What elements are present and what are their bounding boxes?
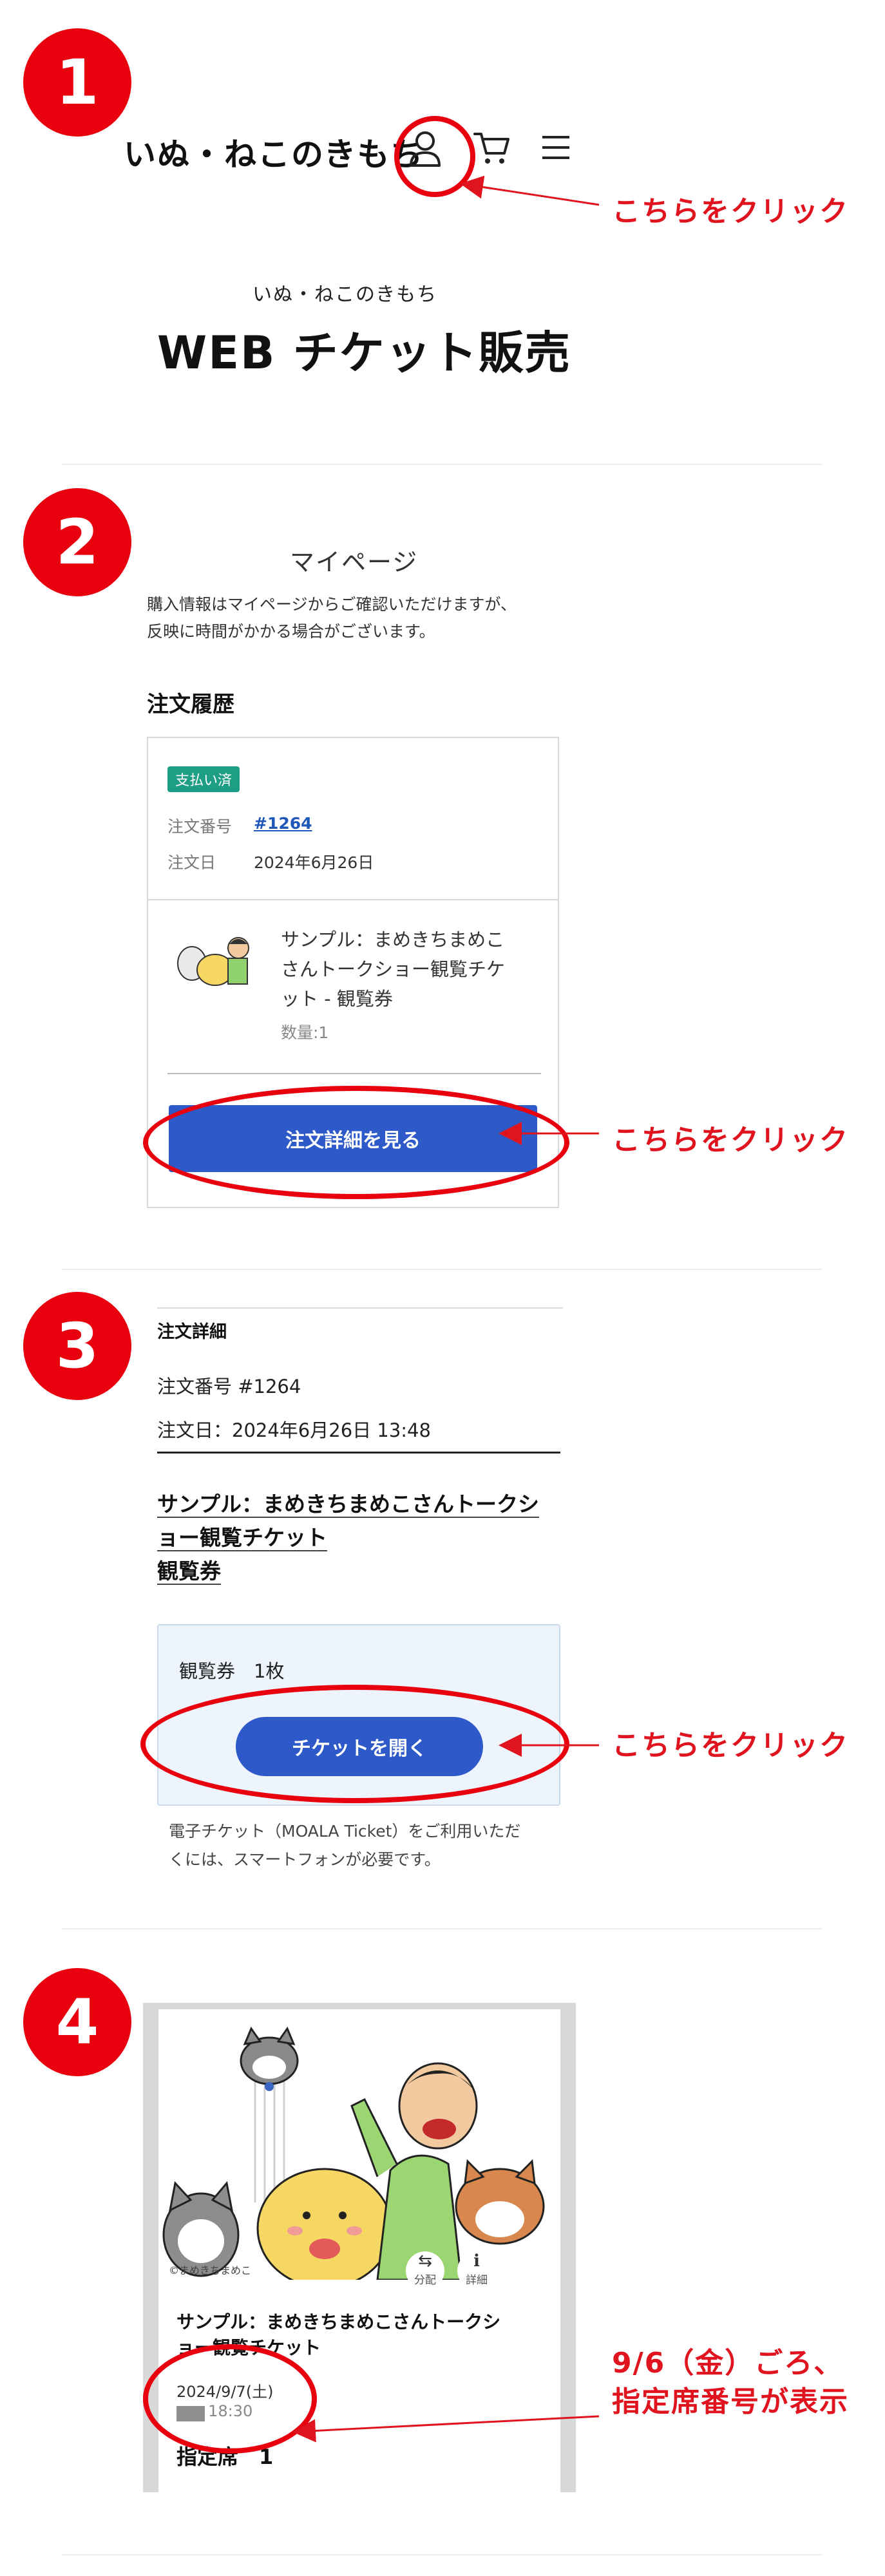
ticket-note: 電子チケット（MOALA Ticket）をご利用いただ くには、スマートフォンが… [169, 1817, 520, 1874]
order-date-value: 2024年6月26日 [254, 853, 374, 872]
note-line: くには、スマートフォンが必要です。 [169, 1850, 441, 1869]
order-number-label: 注文番号 [167, 817, 233, 836]
info-glyph: ℹ [473, 2251, 480, 2271]
order-number: 注文番号 #1264 [157, 1376, 301, 1397]
ticket-title-line: サンプル：まめきちまめこさんトークシ [176, 2311, 501, 2333]
site-logo[interactable]: いぬ・ねこのきもち [124, 129, 424, 175]
product-line-text: ョー観覧チケット [157, 1525, 327, 1551]
copyright-text: ©まめきちまめこ [169, 2264, 252, 2277]
ticket-type-count: 観覧券 1枚 [179, 1660, 285, 1682]
order-number-link[interactable]: #1264 [254, 814, 312, 833]
mypage-title: マイページ [290, 548, 419, 576]
product-name: サンプル：まめきちまめこ さんトークショー観覧チケ ット - 観覧券 [281, 925, 505, 1014]
step-number-1: 1 [23, 28, 131, 137]
arrow-step1 [460, 175, 600, 206]
info-icon[interactable]: ℹ 詳細 [457, 2251, 496, 2290]
product-line: ット - 観覧券 [281, 988, 393, 1010]
product-line: さんトークショー観覧チケ [281, 958, 506, 980]
ticket-illustration [158, 2009, 560, 2289]
order-date: 注文日：2024年6月26日 13:48 [157, 1419, 431, 1441]
page-subtitle: いぬ・ねこのきもち [252, 283, 438, 306]
product-line-text: 観覧券 [157, 1558, 221, 1585]
order-card-header: 支払い済 注文番号 #1264 注文日 2024年6月26日 [147, 737, 559, 900]
info-label: 詳細 [466, 2274, 488, 2287]
highlight-seat-number [143, 2344, 317, 2454]
callout-line: 9/6（金）ごろ、 [612, 2347, 844, 2380]
callout-step1: こちらをクリック [612, 195, 849, 228]
step-number-4: 4 [23, 1968, 131, 2076]
page-title: WEB チケット販売 [157, 327, 571, 379]
product-line: 観覧券 [157, 1555, 539, 1588]
share-glyph: ⇆ [418, 2251, 432, 2271]
share-label: 分配 [414, 2274, 436, 2287]
cart-icon[interactable] [473, 129, 511, 167]
callout-step3: こちらをクリック [612, 1729, 849, 1762]
order-history-heading: 注文履歴 [147, 692, 234, 717]
callout-line: 指定席番号が表示 [612, 2385, 849, 2418]
step-number-2: 2 [23, 488, 131, 596]
note-line: 電子チケット（MOALA Ticket）をご利用いただ [169, 1822, 521, 1841]
top-line [157, 1307, 563, 1309]
info-line: 反映に時間がかかる場合がございます。 [147, 622, 435, 641]
detail-divider [157, 1452, 560, 1454]
highlight-open-ticket-button [140, 1685, 569, 1803]
product-thumbnail [174, 925, 258, 989]
highlight-user-icon [394, 116, 475, 197]
mypage-info: 購入情報はマイページからご確認いただけますが、 反映に時間がかかる場合がございま… [147, 591, 517, 645]
callout-step4: 9/6（金）ごろ、 指定席番号が表示 [612, 2344, 849, 2421]
section-divider [62, 464, 822, 465]
product-line: ョー観覧チケット [157, 1521, 539, 1555]
order-detail-heading: 注文詳細 [157, 1322, 227, 1342]
section-divider [62, 1928, 822, 1929]
quantity: 数量:1 [281, 1023, 329, 1042]
card-divider [167, 1073, 541, 1074]
product-line-text: サンプル：まめきちまめこさんトークシ [157, 1492, 540, 1518]
product-line: サンプル：まめきちまめこ [281, 929, 505, 951]
order-product-name[interactable]: サンプル：まめきちまめこさんトークシ ョー観覧チケット 観覧券 [157, 1488, 540, 1588]
product-line: サンプル：まめきちまめこさんトークシ [157, 1488, 540, 1521]
section-divider [62, 2554, 822, 2555]
status-badge: 支払い済 [167, 766, 240, 792]
info-line: 購入情報はマイページからご確認いただけますが、 [147, 595, 517, 614]
highlight-order-details-button [143, 1086, 569, 1199]
section-divider [62, 1269, 822, 1270]
callout-step2: こちらをクリック [612, 1124, 849, 1157]
order-date-label: 注文日 [167, 853, 216, 872]
share-icon[interactable]: ⇆ 分配 [406, 2251, 444, 2290]
step-number-3: 3 [23, 1292, 131, 1400]
hamburger-menu-icon[interactable] [540, 131, 572, 164]
